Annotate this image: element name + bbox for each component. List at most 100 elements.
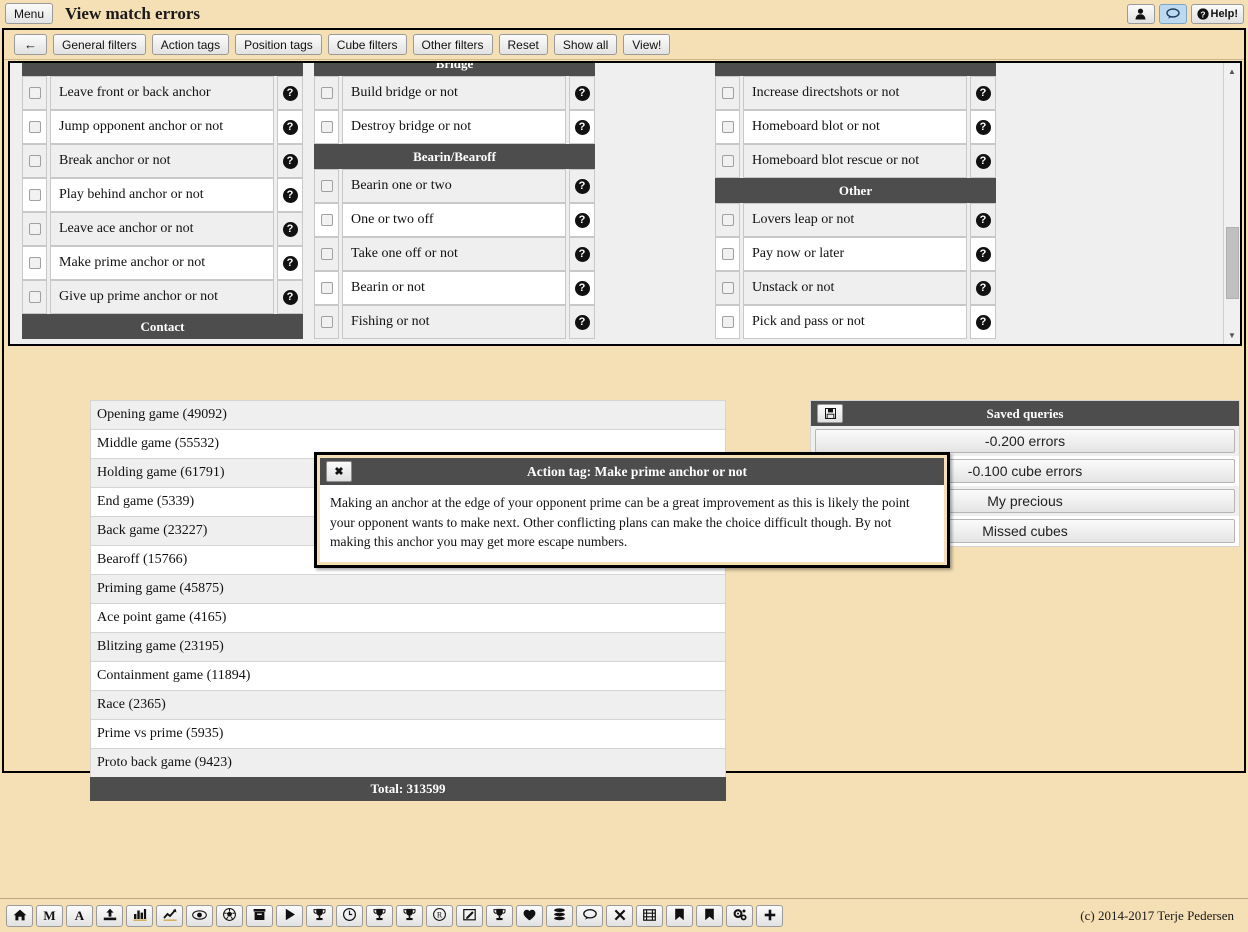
question-mark-icon[interactable]: ? [282,187,298,203]
question-mark-icon[interactable]: ? [975,280,991,296]
clock-icon-button[interactable] [336,904,363,927]
action-tags-button[interactable]: Action tags [151,34,230,55]
filter-checkbox-cell[interactable] [715,271,740,305]
database-icon-button[interactable] [546,904,573,927]
question-mark-icon[interactable]: ? [282,221,298,237]
filter-help-cell[interactable]: ? [277,178,303,212]
question-mark-icon[interactable]: ? [975,246,991,262]
checkbox-icon[interactable] [721,87,734,99]
filter-label[interactable]: Take one off or not [342,237,566,271]
filter-checkbox-cell[interactable] [22,144,47,178]
checkbox-icon[interactable] [28,223,41,235]
trophy-icon-button[interactable] [396,904,423,927]
filter-panel-scrollbar[interactable]: ▲ ▼ [1223,63,1240,344]
question-mark-icon[interactable]: ? [975,153,991,169]
checkbox-icon[interactable] [28,291,41,303]
question-mark-icon[interactable]: ? [574,178,590,194]
bar-chart-icon-button[interactable] [126,904,153,927]
checkbox-icon[interactable] [320,248,333,260]
question-mark-icon[interactable]: ? [574,314,590,330]
filter-help-cell[interactable]: ? [277,76,303,110]
question-mark-icon[interactable]: ? [975,212,991,228]
reset-button[interactable]: Reset [498,34,548,55]
line-chart-icon-button[interactable] [156,904,183,927]
position-list-item[interactable]: Ace point game (4165) [90,603,726,632]
filter-checkbox-cell[interactable] [314,237,339,271]
plus-icon-button[interactable] [756,904,783,927]
filter-label[interactable]: Play behind anchor or not [50,178,274,212]
menu-button[interactable]: Menu [5,3,54,24]
filter-label[interactable]: Bearin one or two [342,169,566,203]
checkbox-icon[interactable] [721,282,734,294]
filter-help-cell[interactable]: ? [277,144,303,178]
filter-label[interactable]: One or two off [342,203,566,237]
scroll-up-arrow[interactable]: ▲ [1224,63,1240,80]
upload-icon-button[interactable] [96,904,123,927]
checkbox-icon[interactable] [320,316,333,328]
checkbox-icon[interactable] [28,189,41,201]
checkbox-icon[interactable] [28,257,41,269]
filter-label[interactable]: Leave front or back anchor [50,76,274,110]
question-mark-icon[interactable]: ? [282,289,298,305]
question-mark-icon[interactable]: ? [282,255,298,271]
filter-help-cell[interactable]: ? [277,110,303,144]
question-mark-icon[interactable]: ? [574,85,590,101]
save-query-button[interactable] [817,404,843,423]
registered-icon-button[interactable]: R [426,904,453,927]
bookmark-icon-button[interactable] [696,904,723,927]
scrollbar-thumb[interactable] [1226,227,1239,299]
question-mark-icon[interactable]: ? [282,153,298,169]
filter-help-cell[interactable]: ? [569,271,595,305]
position-list-item[interactable]: Opening game (49092) [90,400,726,429]
filter-help-cell[interactable]: ? [569,169,595,203]
film-icon-button[interactable] [636,904,663,927]
filter-checkbox-cell[interactable] [314,76,339,110]
eye-icon-button[interactable] [186,904,213,927]
filter-label[interactable]: Build bridge or not [342,76,566,110]
filter-label[interactable]: Bearin or not [342,271,566,305]
other-filters-button[interactable]: Other filters [412,34,493,55]
general-filters-button[interactable]: General filters [53,34,146,55]
filter-label[interactable]: Jump opponent anchor or not [50,110,274,144]
filter-label[interactable]: Leave ace anchor or not [50,212,274,246]
checkbox-icon[interactable] [721,248,734,260]
trophy-icon-button[interactable] [486,904,513,927]
archive-box-icon-button[interactable] [246,904,273,927]
filter-checkbox-cell[interactable] [314,271,339,305]
view-button[interactable]: View! [623,34,671,55]
filter-help-cell[interactable]: ? [569,203,595,237]
help-button[interactable]: ? Help! [1190,3,1244,24]
question-mark-icon[interactable]: ? [574,280,590,296]
checkbox-icon[interactable] [320,121,333,133]
filter-checkbox-cell[interactable] [22,280,47,314]
position-list-item[interactable]: Prime vs prime (5935) [90,719,726,748]
speech-bubble-icon-button[interactable] [576,904,603,927]
question-mark-icon[interactable]: ? [574,246,590,262]
filter-help-cell[interactable]: ? [970,76,996,110]
filter-checkbox-cell[interactable] [314,169,339,203]
filter-help-cell[interactable]: ? [970,237,996,271]
saved-query-button[interactable]: -0.200 errors [815,429,1235,453]
letter-a-icon-button[interactable]: A [66,904,93,927]
checkbox-icon[interactable] [320,87,333,99]
action-tags-filter-panel[interactable]: Leave front or back anchor? Jump opponent… [8,61,1242,346]
question-mark-icon[interactable]: ? [975,119,991,135]
home-icon-button[interactable] [6,904,33,927]
position-list-item[interactable]: Proto back game (9423) [90,748,726,777]
popup-close-button[interactable]: ✖ [326,461,352,482]
position-list-item[interactable]: Priming game (45875) [90,574,726,603]
filter-label[interactable]: Lovers leap or not [743,203,967,237]
filter-label[interactable]: Pick and pass or not [743,305,967,339]
filter-label[interactable]: Homeboard blot rescue or not [743,144,967,178]
filter-label[interactable]: Fishing or not [342,305,566,339]
question-mark-icon[interactable]: ? [975,85,991,101]
question-mark-icon[interactable]: ? [282,85,298,101]
filter-checkbox-cell[interactable] [22,246,47,280]
checkbox-icon[interactable] [721,155,734,167]
scroll-down-arrow[interactable]: ▼ [1224,327,1240,344]
checkbox-icon[interactable] [320,214,333,226]
question-mark-icon[interactable]: ? [282,119,298,135]
filter-help-cell[interactable]: ? [970,305,996,339]
filter-checkbox-cell[interactable] [715,110,740,144]
filter-checkbox-cell[interactable] [314,305,339,339]
